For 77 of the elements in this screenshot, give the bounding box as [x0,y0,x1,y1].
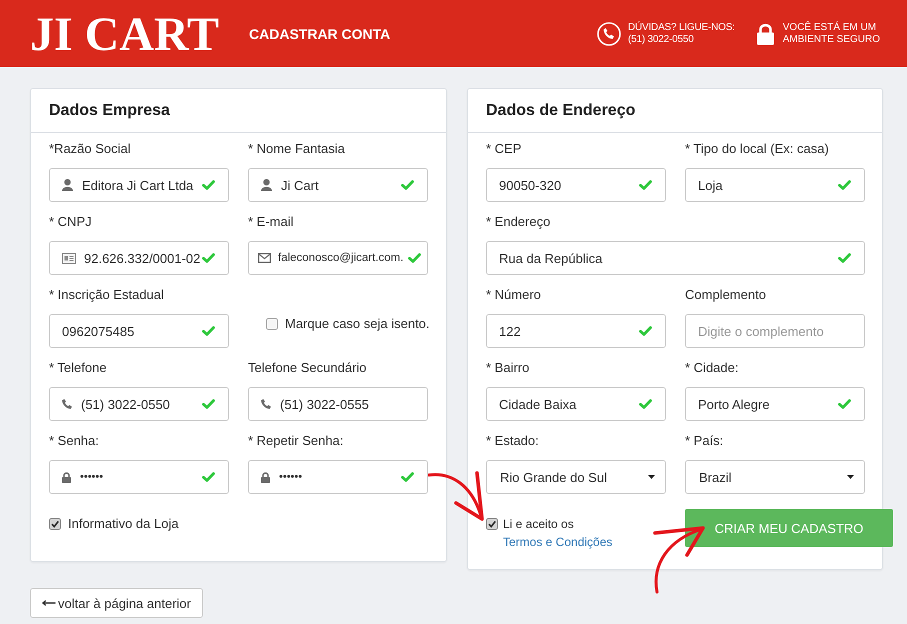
phone-icon [62,399,72,409]
card-title: Dados de Endereço [486,102,636,120]
field-label: * Repetir Senha: [248,432,344,450]
field-label: Telefone Secundário [248,359,367,377]
check-icon [401,180,414,190]
user-icon [261,179,272,191]
dropdown[interactable]: Rio Grande do Sul [486,460,666,494]
field-label: * Telefone [49,359,107,377]
field-label: * Inscrição Estadual [49,286,164,304]
password-field[interactable]: •••••• [248,460,428,494]
check-icon [408,253,421,263]
security-note: VOCÊ ESTÁ EM UM AMBIENTE SEGURO [782,22,880,46]
lock-icon [62,472,71,482]
caret-icon [648,475,655,479]
phone-icon [261,399,271,409]
password-field[interactable]: •••••• [49,460,229,494]
cnpj-field[interactable]: 92.626.332/0001-02 [49,241,229,275]
text-field[interactable]: 122 [486,314,666,348]
terms-text: Li e aceito os Termos e Condições [503,516,614,551]
check-icon [639,326,652,336]
text-field[interactable]: Loja [685,168,865,202]
phone-field[interactable]: (51) 3022-0550 [49,387,229,421]
text-field[interactable]: 0962075485 [49,314,229,348]
id-card-icon [62,252,76,264]
page-title: CADASTRAR CONTA [249,26,390,42]
name-field[interactable]: Ji Cart [248,168,428,202]
lock-icon [756,22,774,44]
field-label: * Estado: [486,432,539,450]
envelope-icon [258,253,271,263]
help-label: DÚVIDAS? LIGUE-NOS: [628,22,735,34]
lock-icon [261,472,270,482]
field-label: * Bairro [486,359,530,377]
check-icon [639,399,652,409]
checkbox-label: Marque caso seja isento. [285,315,430,333]
field-label: * País: [685,432,724,450]
field-label: * Tipo do local (Ex: casa) [685,140,829,158]
name-field[interactable]: Editora Ji Cart Ltda [49,168,229,202]
field-label: * Endereço [486,213,550,231]
field-label: *Razão Social [49,140,131,158]
email-field[interactable]: faleconosco@jicart.com. [248,241,428,275]
check-icon [401,472,414,482]
checkbox[interactable] [49,518,61,530]
field-label: * Nome Fantasia [248,140,345,158]
check-icon [838,253,851,263]
checkbox[interactable] [266,318,278,330]
field-label: Complemento [685,286,766,304]
checkbox[interactable] [486,518,498,530]
dropdown[interactable]: Brazil [685,460,865,494]
check-icon [202,399,215,409]
checkbox-label: Informativo da Loja [68,515,179,533]
phone-icon [596,22,621,46]
text-field[interactable]: Porto Alegre [685,387,865,421]
logo[interactable]: JI CART [30,10,219,58]
check-icon [838,399,851,409]
field-label: * Senha: [49,432,99,450]
field-label: * CEP [486,140,522,158]
check-icon [202,326,215,336]
check-icon [838,180,851,190]
check-icon [202,180,215,190]
user-icon [62,179,73,191]
text-field[interactable]: 90050-320 [486,168,666,202]
arrow-left-icon [42,600,56,606]
back-button[interactable]: voltar à página anterior [30,588,203,618]
text-field[interactable]: Cidade Baixa [486,387,666,421]
field-label: * CNPJ [49,213,92,231]
field-label: * E-mail [248,213,294,231]
terms-link[interactable]: Termos e Condições [503,535,612,549]
field-label: * Cidade: [685,359,738,377]
card-title: Dados Empresa [49,102,170,120]
text-field[interactable]: Rua da República [486,241,865,275]
field-label: * Número [486,286,541,304]
phone-field[interactable]: (51) 3022-0555 [248,387,428,421]
check-icon [639,180,652,190]
help-phone: (51) 3022-0550 [628,34,695,46]
check-icon [202,472,215,482]
check-icon [202,253,215,263]
caret-icon [847,475,854,479]
